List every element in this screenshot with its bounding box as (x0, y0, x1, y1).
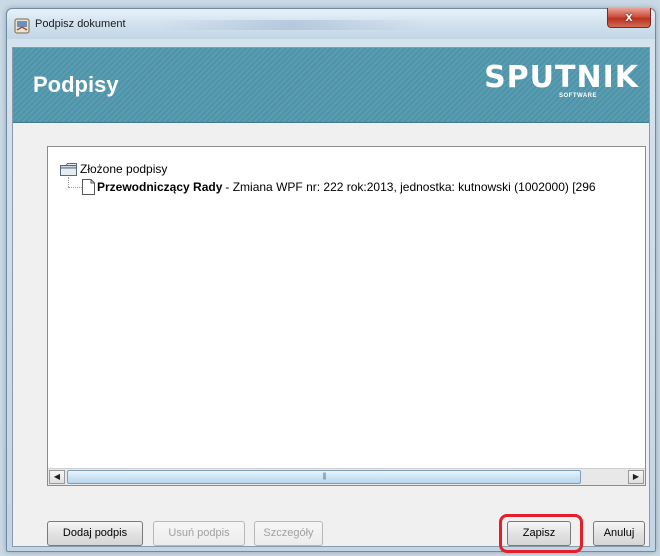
signature-description: - Zmiana WPF nr: 222 rok:2013, jednostka… (225, 179, 596, 194)
window-title: Podpisz dokument (35, 18, 126, 30)
page-title: Podpisy (33, 72, 119, 97)
scroll-left-arrow[interactable]: ◀ (49, 470, 65, 484)
remove-signature-button[interactable]: Usuń podpis (153, 521, 245, 546)
tree-connector (68, 177, 69, 187)
client-area: Podpisy SPUTNIK SOFTWARE Złożone podpisy (12, 47, 650, 553)
horizontal-scrollbar[interactable]: ◀ ||| ▶ (48, 468, 645, 485)
logo-subtitle: SOFTWARE (559, 93, 597, 99)
folder-icon (60, 162, 77, 176)
app-icon (14, 18, 30, 34)
dialog-window: Podpisz dokument x Podpisy SPUTNIK SOFTW… (6, 8, 656, 553)
signer-name: Przewodniczący Rady (97, 179, 223, 194)
sputnik-logo: SPUTNIK SOFTWARE (484, 60, 639, 104)
tree-root-node[interactable]: Złożone podpisy (60, 161, 167, 177)
cancel-button[interactable]: Anuluj (593, 521, 645, 546)
details-button[interactable]: Szczegóły (254, 521, 323, 546)
header-banner: Podpisy SPUTNIK SOFTWARE (13, 48, 649, 123)
tree-child-node[interactable]: Przewodniczący Rady - Zmiana WPF nr: 222… (82, 178, 596, 195)
close-button[interactable]: x (607, 8, 651, 28)
document-icon (82, 178, 95, 195)
add-signature-button[interactable]: Dodaj podpis (47, 521, 143, 546)
save-highlight-marker (499, 514, 583, 553)
title-bar[interactable]: Podpisz dokument x (7, 8, 655, 39)
title-blur (157, 20, 427, 30)
tree-root-label: Złożone podpisy (80, 162, 168, 176)
logo-word: SPUTNIK (484, 60, 639, 95)
signatures-tree[interactable]: Złożone podpisy Przewodniczący Rady - Zm… (47, 146, 646, 486)
scroll-right-arrow[interactable]: ▶ (628, 470, 644, 484)
scroll-thumb[interactable]: ||| (67, 470, 581, 484)
tree-connector (68, 187, 82, 188)
